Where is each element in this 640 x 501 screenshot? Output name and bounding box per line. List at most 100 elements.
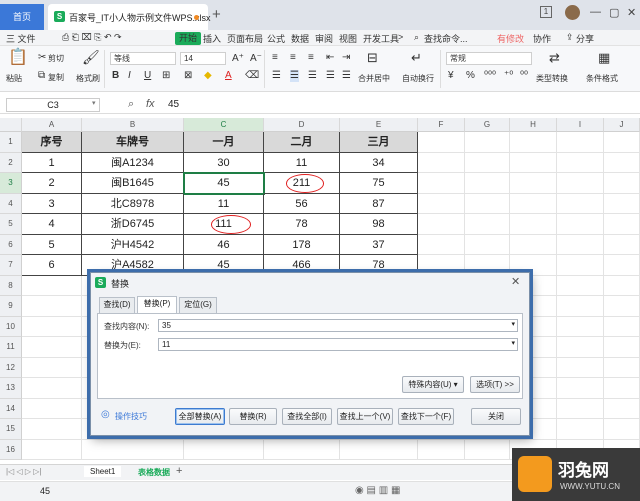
table-cell[interactable] <box>604 152 640 173</box>
table-cell[interactable]: 56 <box>264 193 340 214</box>
type-convert-icon[interactable]: ⇄ <box>549 51 560 64</box>
table-cell[interactable]: 北C8978 <box>82 193 184 214</box>
replace-field[interactable]: 11 ▾ <box>158 338 518 351</box>
sheet-tab-sheet1[interactable]: Sheet1 <box>84 466 122 477</box>
menu-view[interactable]: 视图 <box>339 32 357 45</box>
table-cell[interactable] <box>604 275 640 296</box>
table-cell[interactable] <box>22 316 82 337</box>
table-cell[interactable]: 沪H4542 <box>82 234 184 255</box>
table-header-cell[interactable]: 三月 <box>340 132 418 153</box>
row-header[interactable]: 9 <box>0 296 22 317</box>
menu-start[interactable]: 开始 <box>175 32 202 45</box>
align-middle-icon[interactable]: ≡ <box>290 52 296 64</box>
table-cell[interactable] <box>557 214 604 235</box>
collab-button[interactable]: 协作 <box>533 32 551 45</box>
bold-icon[interactable]: B <box>112 70 119 82</box>
table-cell[interactable] <box>604 214 640 235</box>
table-cell[interactable] <box>557 173 604 194</box>
font-grow-icon[interactable]: A⁺ <box>232 53 244 65</box>
font-size-select[interactable]: 14 <box>180 52 226 65</box>
find-field[interactable]: 35 ▾ <box>158 319 518 332</box>
cut-button[interactable]: 剪切 <box>48 53 64 64</box>
toolbar-quick-icons[interactable]: ⎙ ⎗ ⌧ ⎘ ↶ ↷ <box>62 32 122 43</box>
table-cell[interactable] <box>557 357 604 378</box>
table-cell[interactable] <box>510 193 557 214</box>
font-shrink-icon[interactable]: A⁻ <box>250 53 262 65</box>
column-header[interactable]: E <box>340 118 418 132</box>
table-cell[interactable] <box>557 337 604 358</box>
table-cell[interactable] <box>22 439 82 460</box>
table-header-cell[interactable]: 二月 <box>264 132 340 153</box>
row-header[interactable]: 13 <box>0 378 22 399</box>
table-cell[interactable] <box>22 378 82 399</box>
justify-icon[interactable]: ☰ <box>326 70 335 82</box>
number-format-select[interactable]: 常规 <box>446 52 532 65</box>
tab-goto[interactable]: 定位(G) <box>179 297 217 313</box>
column-header[interactable]: C <box>184 118 264 132</box>
table-cell[interactable]: 45 <box>183 172 265 195</box>
menu-developer[interactable]: 开发工具 <box>363 32 399 45</box>
menu-file[interactable]: 三 文件 <box>6 32 36 45</box>
table-cell[interactable] <box>418 214 465 235</box>
cell-reference-box[interactable]: C3 <box>6 98 100 112</box>
font-color-icon[interactable]: A <box>225 70 232 82</box>
table-cell[interactable] <box>604 173 640 194</box>
search-commands-input[interactable]: 查找命令... <box>424 32 488 44</box>
table-cell[interactable] <box>557 275 604 296</box>
table-cell[interactable] <box>465 439 510 460</box>
merge-center-icon[interactable]: ⊟ <box>367 51 378 64</box>
table-cell[interactable] <box>465 234 510 255</box>
table-cell[interactable] <box>510 173 557 194</box>
table-cell[interactable]: 98 <box>340 214 418 235</box>
table-cell[interactable]: 46 <box>184 234 264 255</box>
font-name-select[interactable]: 等线 <box>110 52 176 65</box>
column-header[interactable]: G <box>465 118 510 132</box>
tips-link[interactable]: 操作技巧 <box>115 411 147 422</box>
menu-page-layout[interactable]: 页面布局 <box>227 32 263 45</box>
fill-color-icon[interactable]: ◆ <box>204 70 212 82</box>
table-cell[interactable]: 1 <box>22 152 82 173</box>
table-cell[interactable]: 2 <box>22 173 82 194</box>
table-cell[interactable] <box>604 316 640 337</box>
table-cell[interactable] <box>418 439 465 460</box>
view-mode-icons[interactable]: ◉ ▤ ▥ ▦ <box>355 485 400 496</box>
table-cell[interactable] <box>510 234 557 255</box>
table-cell[interactable] <box>82 439 184 460</box>
column-header[interactable]: H <box>510 118 557 132</box>
table-cell[interactable] <box>22 337 82 358</box>
paste-icon[interactable]: 📋 <box>8 50 28 66</box>
chevron-down-icon[interactable]: ▾ <box>511 319 515 330</box>
menu-more-icon[interactable]: > <box>398 32 403 42</box>
tab-count-icon[interactable]: 1 <box>540 6 552 18</box>
has-changes-label[interactable]: 有修改 <box>497 32 524 45</box>
table-cell[interactable] <box>557 316 604 337</box>
table-cell[interactable] <box>22 419 82 440</box>
italic-icon[interactable]: I <box>128 70 131 82</box>
table-cell[interactable]: 30 <box>184 152 264 173</box>
row-header[interactable]: 1 <box>0 132 22 153</box>
row-header[interactable]: 4 <box>0 193 22 214</box>
table-cell[interactable] <box>22 275 82 296</box>
row-header[interactable]: 6 <box>0 234 22 255</box>
find-next-button[interactable]: 查找下一个(F) <box>398 408 454 425</box>
table-cell[interactable]: 78 <box>264 214 340 235</box>
table-cell[interactable] <box>418 173 465 194</box>
table-cell[interactable] <box>22 398 82 419</box>
table-cell[interactable]: 37 <box>340 234 418 255</box>
table-cell[interactable]: 5 <box>22 234 82 255</box>
align-top-icon[interactable]: ≡ <box>272 52 278 64</box>
row-header[interactable]: 3 <box>0 173 22 194</box>
table-cell[interactable]: 4 <box>22 214 82 235</box>
column-header[interactable]: J <box>604 118 640 132</box>
table-cell[interactable] <box>418 152 465 173</box>
table-cell[interactable] <box>418 193 465 214</box>
thousands-icon[interactable]: ⁰⁰⁰ <box>484 70 496 82</box>
table-cell[interactable]: 34 <box>340 152 418 173</box>
column-header[interactable]: F <box>418 118 465 132</box>
decrease-decimal-icon[interactable]: ⁰⁰ <box>520 70 528 82</box>
format-painter-icon[interactable]: 🖌 <box>82 50 100 64</box>
table-cell[interactable] <box>557 398 604 419</box>
table-cell[interactable] <box>264 439 340 460</box>
table-cell[interactable]: 87 <box>340 193 418 214</box>
replace-button[interactable]: 替换(R) <box>229 408 277 425</box>
